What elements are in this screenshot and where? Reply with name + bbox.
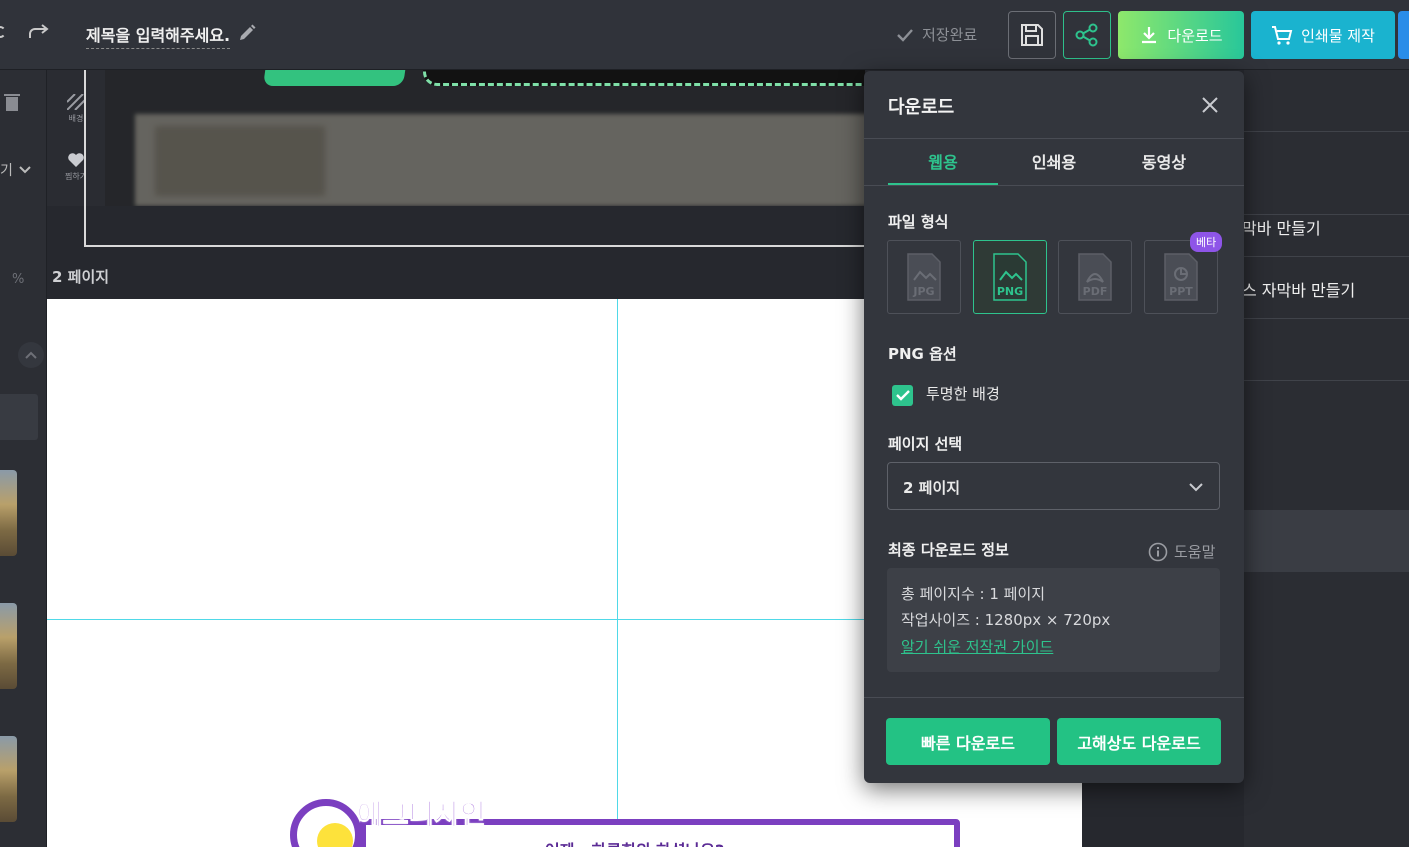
divider <box>864 697 1244 698</box>
tab-print[interactable]: 인쇄용 <box>999 149 1109 185</box>
hatch-icon <box>67 94 85 110</box>
total-pages-text: 총 페이지수 : 1 페이지 <box>901 585 1046 603</box>
png-options-label: PNG 옵션 <box>888 345 957 363</box>
format-pdf-label: PDF <box>1083 285 1108 298</box>
work-size-text: 작업사이즈 : 1280px × 720px <box>901 611 1111 629</box>
right-sidebar: 막바 만들기 스 자막바 만들기 <box>1242 70 1409 847</box>
left-dropdown[interactable]: 기 <box>0 160 31 180</box>
chevron-up-icon <box>25 351 37 359</box>
top-toolbar: 제목을 입력해주세요. 저장완료 다운로드 인쇄물 제작 <box>0 0 1409 70</box>
redo-icon[interactable] <box>26 22 52 48</box>
save-status-text: 저장완료 <box>922 26 978 44</box>
file-format-label: 파일 형식 <box>888 213 949 231</box>
save-status: 저장완료 <box>896 24 977 45</box>
download-icon <box>1142 27 1157 44</box>
template-thumbnail[interactable] <box>0 603 17 689</box>
format-png-option[interactable]: PNG <box>973 240 1047 314</box>
check-icon <box>897 28 913 42</box>
vertical-guide-line <box>617 299 618 847</box>
undo-icon[interactable] <box>0 26 6 38</box>
download-popover: 다운로드 웹용 인쇄용 동영상 파일 형식 JPG PNG PDF PPT 베타… <box>864 71 1244 783</box>
checkmark-icon <box>895 390 910 401</box>
info-icon <box>1148 542 1168 561</box>
chevron-down-icon <box>1189 483 1203 492</box>
page-select-label: 페이지 선택 <box>888 435 963 453</box>
page-2-subtitle[interactable]: 어제 · 하루회의 하셨나요? <box>545 837 724 847</box>
trash-icon[interactable] <box>4 92 20 112</box>
percent-label: % <box>12 272 25 287</box>
share-button[interactable] <box>1063 11 1111 59</box>
print-order-label: 인쇄물 제작 <box>1301 26 1375 45</box>
cart-icon <box>1272 26 1293 45</box>
page-select-dropdown[interactable]: 2 페이지 <box>887 462 1220 510</box>
final-download-info-label: 최종 다운로드 정보 <box>888 541 1009 559</box>
help-link[interactable]: 도움말 <box>1148 541 1215 562</box>
background-tool-label: 배경 <box>68 114 84 123</box>
jpg-file-icon: JPG <box>907 253 941 301</box>
share-icon <box>1075 23 1098 47</box>
help-label: 도움말 <box>1174 543 1216 561</box>
right-sidebar-item-label: 막바 만들기 <box>1242 219 1321 238</box>
download-info-box: 총 페이지수 : 1 페이지 작업사이즈 : 1280px × 720px 알기… <box>887 568 1220 672</box>
page-2-title[interactable]: 에그디자인 <box>357 793 487 833</box>
heart-icon <box>68 153 84 167</box>
left-dropdown-text: 기 <box>0 163 13 179</box>
pencil-icon[interactable] <box>237 23 257 43</box>
template-thumbnail[interactable] <box>0 470 17 556</box>
chevron-down-icon <box>19 166 31 174</box>
tab-web[interactable]: 웹용 <box>888 149 998 185</box>
save-button[interactable] <box>1008 11 1056 59</box>
ppt-file-icon: PPT <box>1164 253 1198 301</box>
pdf-file-icon: PDF <box>1078 253 1112 301</box>
template-thumbnail[interactable] <box>0 736 17 822</box>
hires-download-button[interactable]: 고해상도 다운로드 <box>1057 718 1221 765</box>
download-button[interactable]: 다운로드 <box>1118 11 1244 59</box>
format-ppt-label: PPT <box>1169 285 1193 298</box>
transparent-background-checkbox[interactable] <box>892 385 913 406</box>
format-png-label: PNG <box>997 285 1023 298</box>
beta-badge: 베타 <box>1190 232 1223 252</box>
page-select-value: 2 페이지 <box>903 479 961 497</box>
print-order-button[interactable]: 인쇄물 제작 <box>1251 11 1395 59</box>
divider <box>864 185 1244 186</box>
download-button-label: 다운로드 <box>1167 26 1223 45</box>
format-jpg-label: JPG <box>912 285 934 298</box>
floppy-disk-icon <box>1021 24 1043 46</box>
copyright-guide-link[interactable]: 알기 쉬운 저작권 가이드 <box>901 636 1053 657</box>
format-jpg-option[interactable]: JPG <box>887 240 961 314</box>
transparent-background-label[interactable]: 투명한 배경 <box>926 383 1000 404</box>
close-icon[interactable] <box>1198 93 1222 117</box>
popover-title: 다운로드 <box>888 97 955 118</box>
format-pdf-option[interactable]: PDF <box>1058 240 1132 314</box>
tab-video[interactable]: 동영상 <box>1109 149 1219 185</box>
collapse-button[interactable] <box>18 342 44 368</box>
page-1-frame <box>84 70 884 247</box>
document-title[interactable]: 제목을 입력해주세요. <box>86 22 231 49</box>
right-sidebar-header <box>1244 70 1409 132</box>
page-2-label: 2 페이지 <box>52 268 110 286</box>
png-file-icon: PNG <box>993 253 1027 301</box>
quick-download-button[interactable]: 빠른 다운로드 <box>886 718 1050 765</box>
left-selected-row[interactable] <box>0 394 38 440</box>
right-sidebar-item-label: 스 자막바 만들기 <box>1242 281 1356 300</box>
divider <box>864 138 1244 139</box>
right-sidebar-selected[interactable] <box>1244 510 1409 572</box>
left-panel: 기 % <box>0 70 47 847</box>
edge-button[interactable] <box>1398 11 1409 59</box>
right-sidebar-item[interactable] <box>1244 319 1409 381</box>
